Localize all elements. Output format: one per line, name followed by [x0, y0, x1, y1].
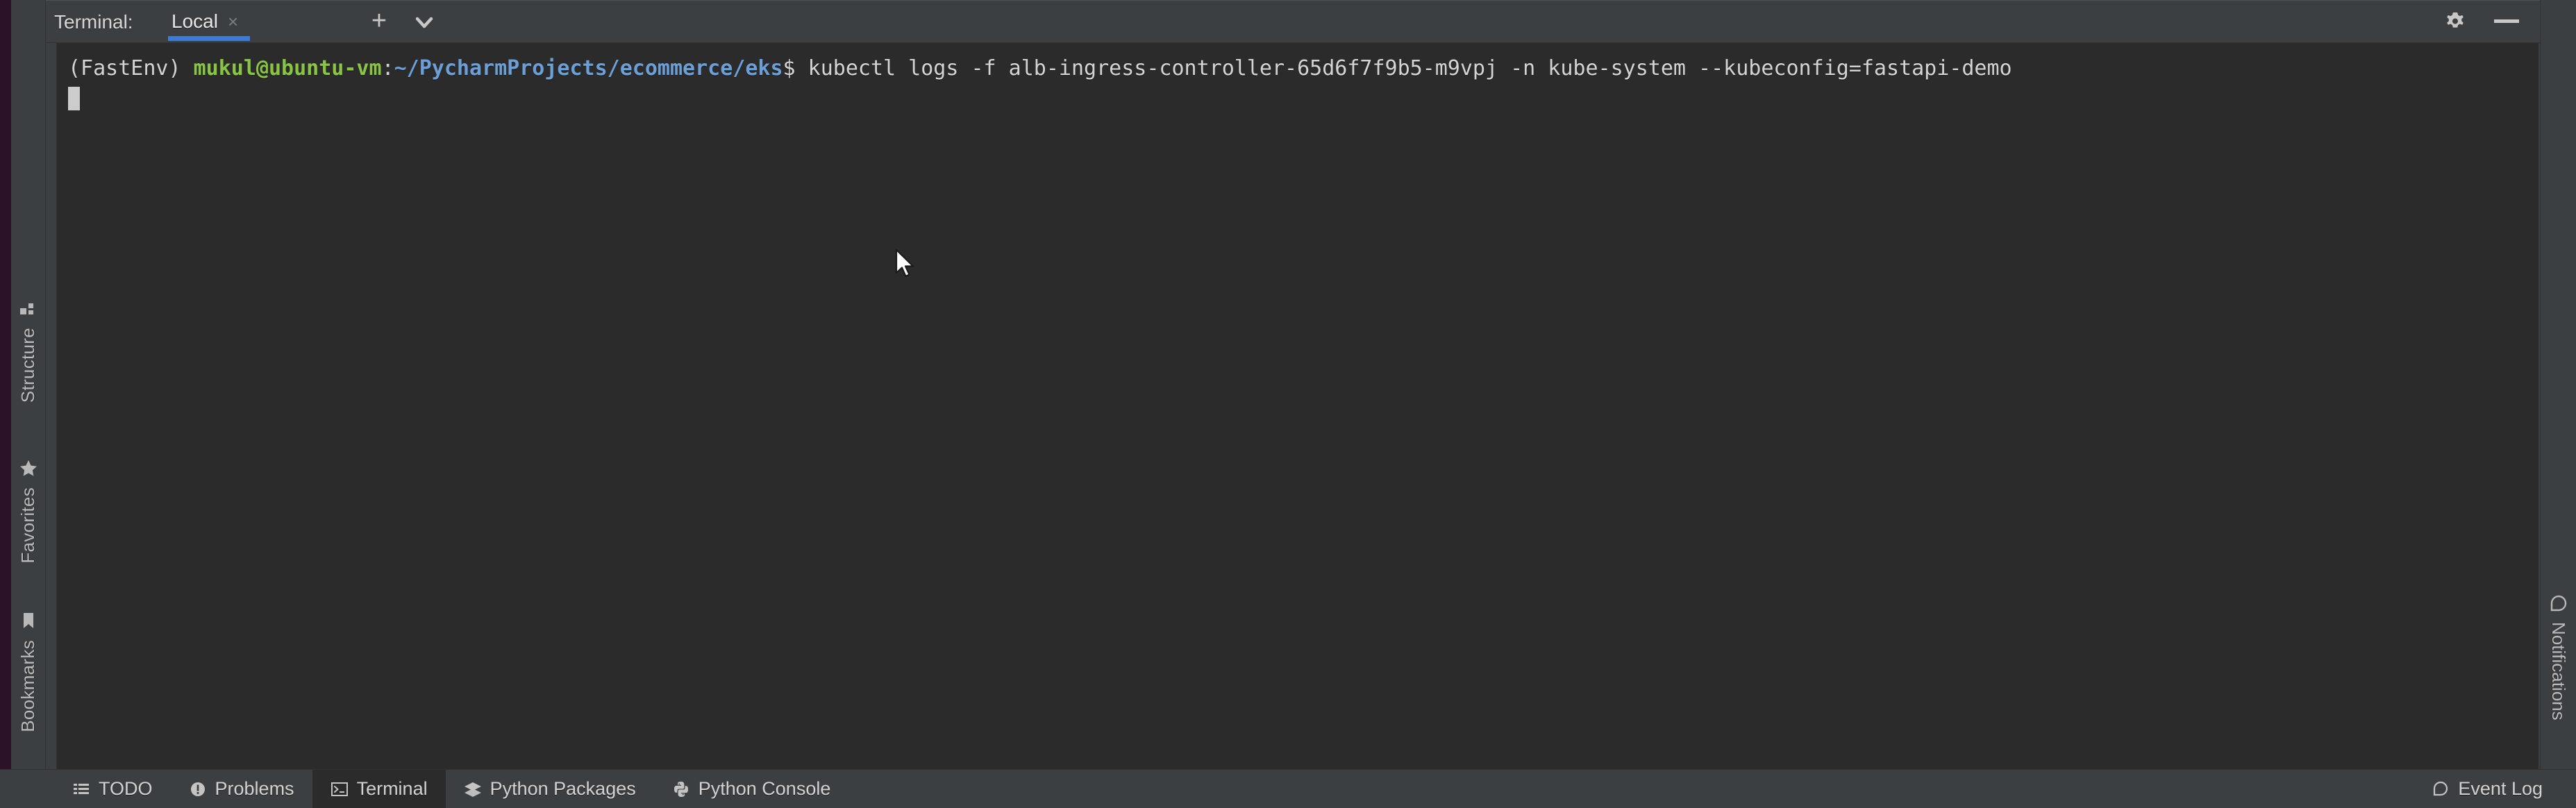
todo-list-icon	[72, 780, 90, 798]
sidebar-item-favorites-label: Favorites	[17, 487, 38, 564]
event-log-label: Event Log	[2458, 778, 2543, 799]
gear-icon[interactable]	[2443, 10, 2467, 34]
status-item-todo-label: TODO	[99, 778, 153, 799]
add-terminal-tab-button[interactable]: +	[365, 8, 393, 35]
chevron-down-icon[interactable]	[410, 11, 438, 35]
terminal-tab-local-label: Local	[172, 10, 218, 32]
layers-icon	[464, 780, 482, 798]
warning-circle-icon	[189, 780, 207, 798]
status-bar-tool-buttons: TODO Problems Terminal Python Packages P…	[54, 770, 848, 808]
sidebar-item-structure-label: Structure	[17, 328, 38, 403]
terminal-dollar-sign: $	[783, 56, 796, 81]
sidebar-item-bookmarks[interactable]: Bookmarks	[11, 611, 45, 732]
sidebar-item-notifications[interactable]: Notifications	[2541, 594, 2576, 721]
status-item-terminal-label: Terminal	[356, 778, 428, 799]
terminal-tab-active-underline	[168, 36, 250, 41]
status-item-python-packages[interactable]: Python Packages	[446, 770, 654, 808]
terminal-title-label: Terminal:	[54, 11, 133, 33]
bell-bubble-icon	[2549, 594, 2568, 614]
structure-icon	[19, 298, 38, 318]
terminal-colon: :	[381, 56, 394, 81]
status-bar-right: Event Log	[2414, 770, 2561, 808]
status-item-python-packages-label: Python Packages	[490, 778, 636, 799]
star-icon	[19, 458, 38, 478]
terminal-left-gutter	[46, 43, 57, 769]
status-item-python-console[interactable]: Python Console	[654, 770, 849, 808]
status-item-problems[interactable]: Problems	[171, 770, 312, 808]
status-item-todo[interactable]: TODO	[54, 770, 171, 808]
python-icon	[672, 780, 690, 798]
status-item-terminal[interactable]: Terminal	[312, 770, 446, 808]
terminal-command-line: (FastEnv) mukul@ubuntu-vm:~/PycharmProje…	[68, 53, 2526, 115]
close-icon[interactable]: ×	[228, 12, 238, 31]
terminal-tool-window: Terminal: Local × + (FastEnv) mukul@ubun…	[46, 0, 2540, 769]
left-tool-rail: Structure Favorites Bookmarks	[11, 0, 46, 769]
right-tool-rail: Notifications	[2540, 0, 2576, 769]
sidebar-item-structure[interactable]: Structure	[11, 298, 45, 403]
terminal-header: Terminal: Local × +	[46, 0, 2540, 43]
terminal-venv-label: (FastEnv)	[68, 56, 181, 81]
notifications-label: Notifications	[2548, 622, 2569, 721]
bookmark-icon	[19, 611, 38, 630]
terminal-cursor	[68, 87, 80, 110]
terminal-cwd-path: ~/PycharmProjects/ecommerce/eks	[394, 56, 783, 81]
event-log-button[interactable]: Event Log	[2414, 770, 2561, 808]
status-item-problems-label: Problems	[215, 778, 294, 799]
ide-window: Structure Favorites Bookmarks Notificati…	[0, 0, 2576, 808]
desktop-background-strip	[0, 0, 11, 808]
terminal-output-area[interactable]: (FastEnv) mukul@ubuntu-vm:~/PycharmProje…	[46, 43, 2540, 769]
terminal-prompt-icon	[331, 780, 349, 798]
status-bar: TODO Problems Terminal Python Packages P…	[0, 769, 2576, 808]
sidebar-item-bookmarks-label: Bookmarks	[17, 640, 38, 732]
terminal-space-1	[181, 56, 194, 81]
status-item-python-console-label: Python Console	[698, 778, 831, 799]
terminal-typed-command: kubectl logs -f alb-ingress-controller-6…	[795, 56, 2012, 81]
terminal-user-host: mukul@ubuntu-vm	[193, 56, 382, 81]
speech-bubble-icon	[2432, 780, 2450, 798]
terminal-scrollbar-track[interactable]	[2539, 43, 2540, 769]
sidebar-item-favorites[interactable]: Favorites	[11, 458, 45, 564]
minimize-icon[interactable]	[2494, 19, 2519, 23]
